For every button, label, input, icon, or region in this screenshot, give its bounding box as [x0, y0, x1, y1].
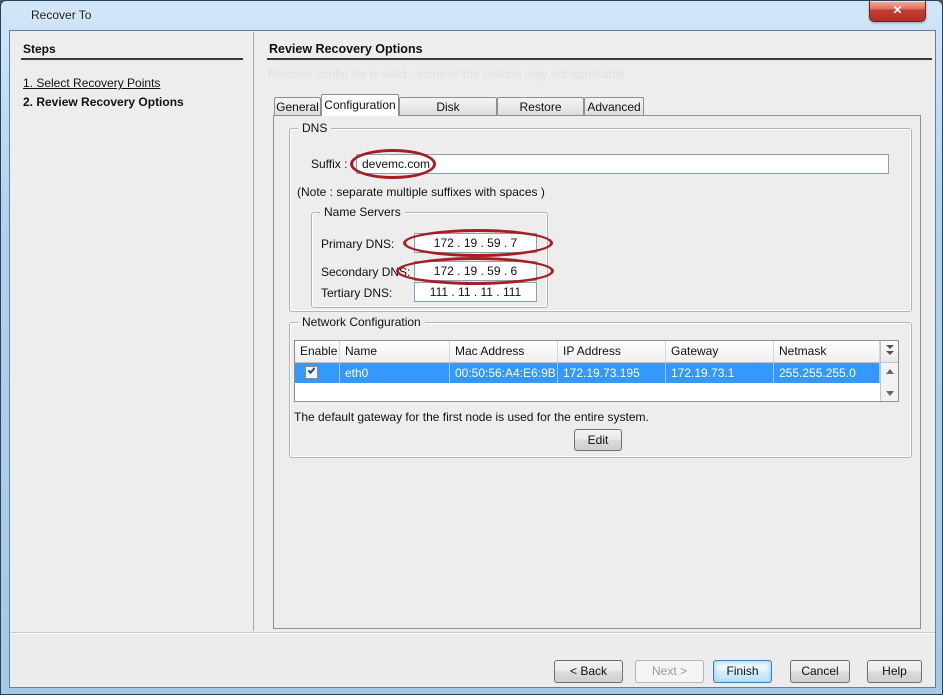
col-header-netmask[interactable]: Netmask	[774, 341, 880, 362]
tab-general[interactable]: General	[274, 97, 321, 116]
footer-divider	[10, 632, 935, 634]
page-subtitle: Recover config file is valid , some of t…	[268, 67, 625, 81]
titlebar[interactable]: Recover To ✕	[1, 1, 942, 30]
next-button[interactable]: Next >	[635, 660, 704, 683]
edit-button[interactable]: Edit	[574, 429, 622, 451]
primary-dns-input[interactable]: 172 . 19 . 59 . 7	[414, 233, 537, 253]
ip-cell: 172.19.73.195	[558, 363, 666, 383]
tertiary-dns-label: Tertiary DNS:	[321, 286, 392, 300]
table-row-eth0[interactable]: eth0 00:50:56:A4:E6:9B 172.19.73.195 172…	[295, 363, 898, 383]
suffix-note: (Note : separate multiple suffixes with …	[297, 185, 545, 199]
recover-to-dialog: Recover To ✕ Steps 1. Select Recovery Po…	[0, 0, 943, 695]
enable-checkbox[interactable]	[305, 366, 318, 379]
enable-cell	[295, 363, 340, 383]
finish-button[interactable]: Finish	[713, 660, 772, 683]
steps-sidebar	[10, 32, 254, 631]
help-button[interactable]: Help	[867, 660, 922, 683]
column-options-button[interactable]	[881, 341, 898, 363]
scroll-up-arrow-icon[interactable]	[886, 369, 894, 374]
double-chevron-down-icon	[886, 345, 894, 349]
suffix-label: Suffix :	[311, 157, 347, 171]
network-table-header: Enable Name Mac Address IP Address Gatew…	[295, 341, 898, 363]
col-header-mac-address[interactable]: Mac Address	[450, 341, 558, 362]
tab-advanced[interactable]: Advanced	[584, 97, 644, 116]
cancel-button[interactable]: Cancel	[790, 660, 850, 683]
steps-heading: Steps	[23, 42, 56, 56]
network-configuration-group-label: Network Configuration	[298, 315, 425, 329]
mac-cell: 00:50:56:A4:E6:9B	[450, 363, 558, 383]
col-header-gateway[interactable]: Gateway	[666, 341, 774, 362]
netmask-cell: 255.255.255.0	[774, 363, 880, 383]
back-button[interactable]: < Back	[554, 660, 623, 683]
secondary-dns-label: Secondary DNS:	[321, 265, 410, 279]
gateway-cell: 172.19.73.1	[666, 363, 774, 383]
table-scrollbar[interactable]	[880, 341, 898, 401]
window-title: Recover To	[31, 8, 91, 22]
page-title: Review Recovery Options	[269, 42, 423, 56]
sidebar-item-select-recovery-points[interactable]: 1. Select Recovery Points	[23, 76, 160, 90]
tab-disk-configuration[interactable]: Disk Configuration	[399, 97, 497, 116]
dns-group-label: DNS	[298, 121, 331, 135]
close-button[interactable]: ✕	[869, 1, 926, 22]
name-cell: eth0	[340, 363, 450, 383]
network-table: Enable Name Mac Address IP Address Gatew…	[294, 340, 899, 402]
name-servers-group-label: Name Servers	[320, 205, 405, 219]
close-icon: ✕	[892, 3, 902, 17]
secondary-dns-input[interactable]: 172 . 19 . 59 . 6	[414, 261, 537, 281]
col-header-name[interactable]: Name	[340, 341, 450, 362]
suffix-input[interactable]: devemc.com	[356, 154, 889, 174]
steps-heading-rule	[21, 58, 243, 60]
checkmark-icon	[308, 366, 316, 374]
tab-restore-options[interactable]: Restore Options	[497, 97, 584, 116]
primary-dns-label: Primary DNS:	[321, 237, 394, 251]
gateway-note: The default gateway for the first node i…	[294, 410, 649, 424]
col-header-enable[interactable]: Enable	[295, 341, 340, 362]
col-header-ip-address[interactable]: IP Address	[558, 341, 666, 362]
double-chevron-down-icon	[886, 351, 894, 355]
sidebar-item-review-recovery-options: 2. Review Recovery Options	[23, 95, 184, 109]
tertiary-dns-input[interactable]: 111 . 11 . 11 . 111	[414, 282, 537, 302]
scroll-down-arrow-icon[interactable]	[886, 391, 894, 396]
page-title-rule	[267, 58, 932, 60]
tab-configuration[interactable]: Configuration	[321, 94, 399, 116]
